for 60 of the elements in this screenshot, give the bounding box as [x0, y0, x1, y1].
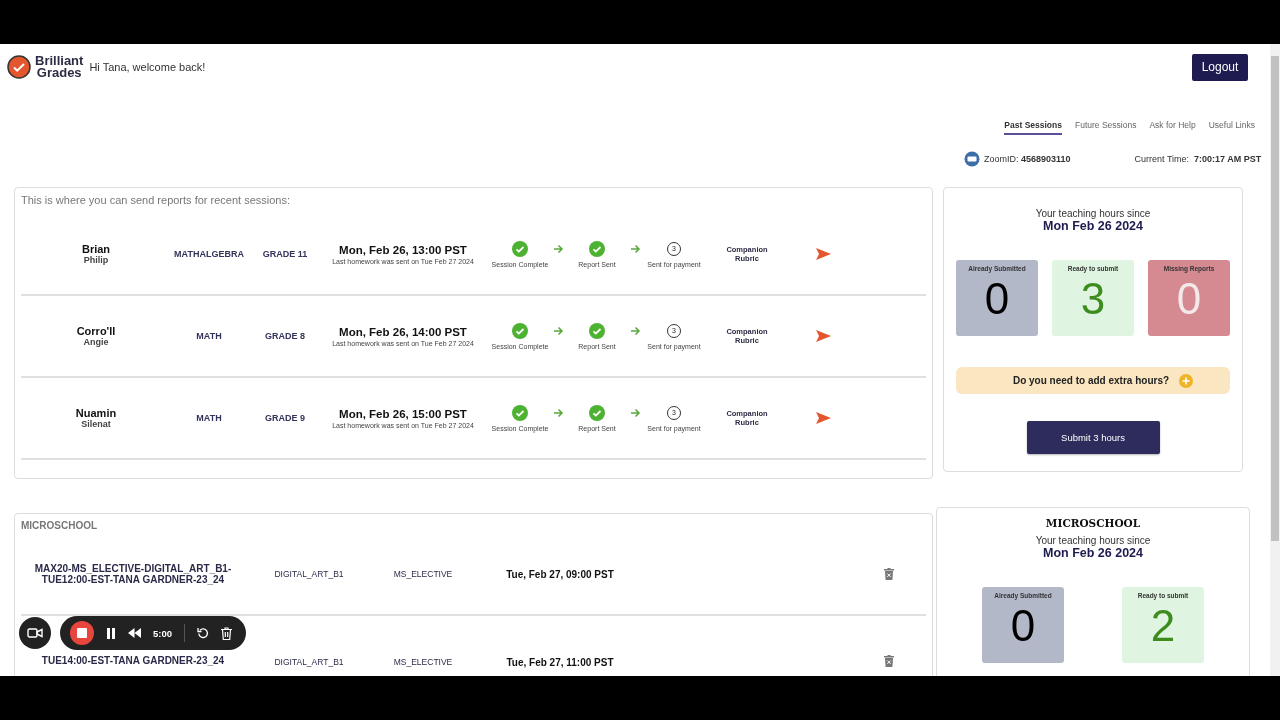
class-type: MS_ELECTIVE	[392, 657, 454, 667]
session-time: Tue, Feb 27, 11:00 PST	[505, 657, 615, 668]
class-type: MS_ELECTIVE	[392, 569, 454, 579]
nav-tab[interactable]: Future Sessions	[1074, 120, 1137, 133]
stat-value: 2	[1150, 600, 1176, 652]
logo-icon	[7, 55, 31, 79]
send-icon[interactable]	[816, 330, 831, 342]
stop-button[interactable]	[70, 621, 94, 645]
subject-text: MATHALGEBRA	[173, 249, 245, 259]
stat-value: 0	[1176, 273, 1202, 325]
video-camera-icon	[963, 151, 981, 167]
student-last-name: Nuamin	[75, 407, 117, 419]
submit-button[interactable]: Submit 3 hours	[1026, 421, 1160, 454]
class-name: TUE14:00-EST-TANA GARDNER-23_24	[40, 655, 226, 666]
class-code: DIGITAL_ART_B1	[273, 657, 345, 667]
hours-intro: Your teaching hours since	[1035, 208, 1151, 219]
intro-text: This is where you can send reports for recent sessions:	[20, 193, 291, 208]
nav-tab[interactable]: Useful Links	[1208, 120, 1255, 133]
grade-text: GRADE 8	[264, 331, 306, 341]
send-icon[interactable]	[816, 412, 831, 424]
subject-text: MATH	[195, 331, 223, 341]
subject-text: MATH	[195, 413, 223, 423]
session-time: Mon, Feb 26, 14:00 PST	[339, 325, 467, 338]
section-title: MICROSCHOOL	[20, 519, 99, 533]
logo-text: Brilliant Grades	[35, 55, 84, 79]
grade-text: GRADE 11	[261, 249, 309, 259]
current-time-text: Current Time: 7:00:17 AM PST	[1134, 154, 1262, 164]
extra-hours-button[interactable]: Do you need to add extra hours?	[956, 367, 1230, 394]
session-time: Mon, Feb 26, 13:00 PST	[339, 243, 467, 256]
stat-value: 3	[1080, 273, 1106, 325]
class-name: MAX20-MS_ELECTIVE-DIGITAL_ART_B1-TUE12:00-EST-TANA GARDNER-23_24	[33, 563, 233, 585]
class-code: DIGITAL_ART_B1	[273, 569, 345, 579]
session-time: Mon, Feb 26, 15:00 PST	[339, 407, 467, 420]
student-first-name: Angie	[83, 337, 109, 347]
hours-date: Mon Feb 26 2024	[1042, 219, 1143, 233]
pause-icon[interactable]	[106, 627, 116, 639]
rewind-icon[interactable]	[128, 628, 141, 638]
hours-date: Mon Feb 26 2024	[1042, 546, 1143, 560]
nav-tab[interactable]: Past Sessions	[1004, 120, 1062, 135]
recording-timer: 5:00	[153, 627, 172, 639]
student-last-name: Corro'll	[76, 325, 116, 337]
send-icon[interactable]	[816, 248, 831, 260]
hours-intro: Your teaching hours since	[1035, 535, 1151, 546]
nav-tab[interactable]: Ask for Help	[1149, 120, 1196, 133]
scrollbar[interactable]	[1270, 44, 1280, 676]
zoom-id-text: ZoomID: 4568903110	[984, 154, 1071, 164]
stat-value: 0	[1010, 600, 1036, 652]
card-title: MICROSCHOOL	[1045, 517, 1141, 529]
trash-icon[interactable]	[221, 626, 232, 640]
stat-value: 0	[984, 273, 1010, 325]
student-first-name: Silenat	[81, 419, 111, 429]
student-first-name: Philip	[83, 255, 109, 265]
grade-text: GRADE 9	[264, 413, 306, 423]
greeting-text: Hi Tana, welcome back!	[89, 61, 206, 73]
plus-icon	[1179, 373, 1194, 388]
logout-button[interactable]: Logout	[1192, 53, 1248, 81]
video-camera-icon	[27, 627, 43, 639]
restart-icon[interactable]	[197, 627, 209, 639]
session-time: Tue, Feb 27, 09:00 PST	[505, 568, 615, 580]
student-last-name: Brian	[81, 243, 111, 255]
